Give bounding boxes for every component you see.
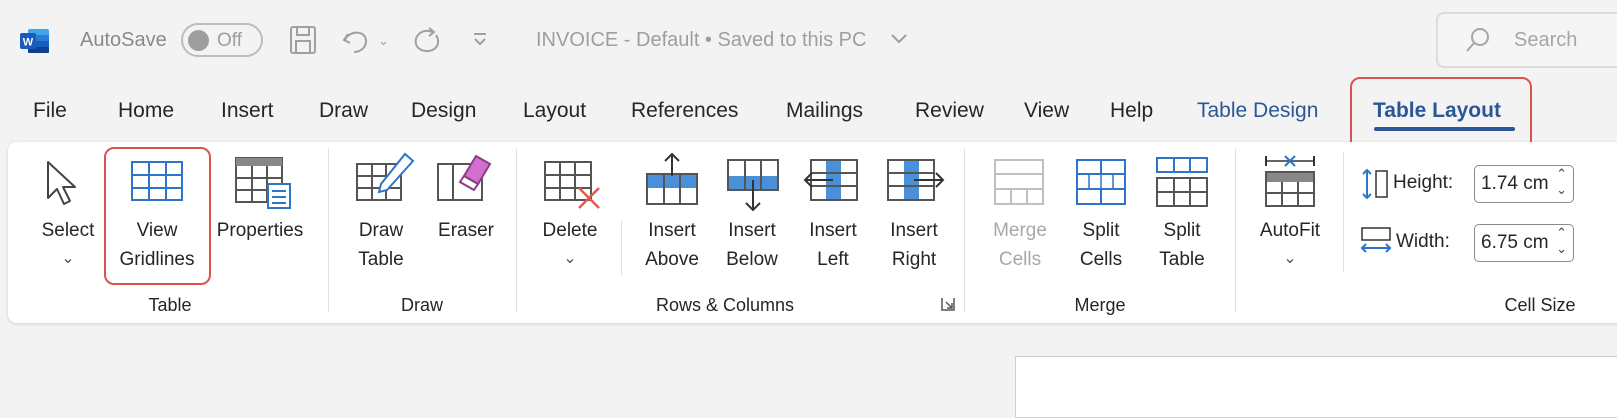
tab-table-design[interactable]: Table Design xyxy=(1197,99,1318,123)
search-placeholder: Search xyxy=(1514,29,1578,51)
insert-below-label-1[interactable]: Insert xyxy=(712,216,792,245)
draw-table-label-1[interactable]: Draw xyxy=(345,216,417,245)
spin-arrows-icon[interactable]: ⌃ ⌄ xyxy=(1556,166,1567,198)
eraser-icon xyxy=(436,152,496,209)
customize-qat-icon[interactable] xyxy=(470,28,490,55)
merge-cells-label-1[interactable]: Merge xyxy=(980,216,1060,245)
insert-below-icon xyxy=(726,158,780,219)
button-separator xyxy=(1343,152,1344,272)
autofit-dropdown-icon[interactable]: ⌄ xyxy=(1280,248,1300,268)
dialog-launcher-icon[interactable] xyxy=(941,297,955,316)
merge-cells-label-2[interactable]: Cells xyxy=(980,245,1060,274)
undo-icon[interactable] xyxy=(340,24,372,61)
autofit-icon xyxy=(1262,152,1318,215)
properties-button[interactable]: Properties xyxy=(210,216,310,245)
tab-view[interactable]: View xyxy=(1024,99,1069,123)
row-height-icon xyxy=(1360,168,1390,205)
autosave-toggle[interactable]: Off xyxy=(181,23,263,57)
delete-button[interactable]: Delete xyxy=(530,216,610,245)
autofit-button[interactable]: AutoFit xyxy=(1250,216,1330,245)
delete-dropdown-icon[interactable]: ⌄ xyxy=(560,248,580,268)
insert-right-label-2[interactable]: Right xyxy=(874,245,954,274)
redo-icon[interactable] xyxy=(410,24,444,63)
group-separator xyxy=(964,148,965,312)
save-icon[interactable] xyxy=(288,24,318,61)
tab-references[interactable]: References xyxy=(631,99,738,123)
search-box[interactable]: Search xyxy=(1436,12,1617,68)
merge-cells-icon xyxy=(993,158,1045,211)
insert-left-label-1[interactable]: Insert xyxy=(793,216,873,245)
width-label: Width: xyxy=(1396,231,1450,252)
toggle-knob xyxy=(188,30,209,51)
autosave-label: AutoSave xyxy=(80,29,167,51)
height-spinner[interactable]: 1.74 cm ⌃ ⌄ xyxy=(1474,165,1574,203)
document-page[interactable] xyxy=(1015,356,1617,418)
insert-above-icon xyxy=(645,152,699,213)
draw-table-label-2[interactable]: Table xyxy=(345,245,417,274)
undo-dropdown-icon[interactable]: ⌄ xyxy=(378,33,389,49)
height-label: Height: xyxy=(1393,172,1454,193)
button-separator xyxy=(621,220,622,276)
select-dropdown-icon[interactable]: ⌄ xyxy=(58,248,78,268)
properties-icon xyxy=(234,156,294,217)
insert-above-label-1[interactable]: Insert xyxy=(632,216,712,245)
select-button[interactable]: Select xyxy=(28,216,108,245)
height-value: 1.74 cm xyxy=(1481,173,1549,194)
chevron-down-icon[interactable] xyxy=(890,32,908,51)
spin-arrows-icon[interactable]: ⌃ ⌄ xyxy=(1556,225,1567,257)
insert-above-label-2[interactable]: Above xyxy=(632,245,712,274)
group-label-table: Table xyxy=(148,295,192,315)
word-app-icon[interactable]: W xyxy=(20,28,50,54)
split-table-label-1[interactable]: Split xyxy=(1142,216,1222,245)
split-cells-icon xyxy=(1075,158,1127,211)
tab-file[interactable]: File xyxy=(33,99,67,123)
group-label-draw: Draw xyxy=(400,295,443,315)
insert-right-icon xyxy=(886,158,946,209)
group-label-rows-columns: Rows & Columns xyxy=(655,295,795,315)
delete-table-icon xyxy=(543,158,603,217)
tab-help[interactable]: Help xyxy=(1110,99,1153,123)
split-table-icon xyxy=(1155,156,1209,213)
width-spinner[interactable]: 6.75 cm ⌃ ⌄ xyxy=(1474,224,1574,262)
document-title[interactable]: INVOICE - Default • Saved to this PC xyxy=(536,29,866,52)
select-icon xyxy=(44,158,84,215)
view-gridlines-highlight xyxy=(104,147,211,285)
split-cells-label-1[interactable]: Split xyxy=(1061,216,1141,245)
tab-draw[interactable]: Draw xyxy=(319,99,368,123)
insert-right-label-1[interactable]: Insert xyxy=(874,216,954,245)
group-label-merge: Merge xyxy=(1074,295,1126,315)
split-cells-label-2[interactable]: Cells xyxy=(1061,245,1141,274)
draw-table-icon xyxy=(355,152,415,209)
tab-review[interactable]: Review xyxy=(915,99,984,123)
tab-layout[interactable]: Layout xyxy=(523,99,586,123)
autosave-state: Off xyxy=(217,30,242,51)
group-label-cell-size: Cell Size xyxy=(1504,295,1576,315)
tab-mailings[interactable]: Mailings xyxy=(786,99,863,123)
insert-below-label-2[interactable]: Below xyxy=(712,245,792,274)
insert-left-label-2[interactable]: Left xyxy=(793,245,873,274)
split-table-label-2[interactable]: Table xyxy=(1142,245,1222,274)
search-icon xyxy=(1466,28,1489,52)
tab-insert[interactable]: Insert xyxy=(221,99,274,123)
group-separator xyxy=(516,148,517,312)
insert-left-icon xyxy=(803,158,863,209)
svg-text:W: W xyxy=(23,37,34,49)
column-width-icon xyxy=(1360,226,1392,261)
tab-design[interactable]: Design xyxy=(411,99,476,123)
group-separator xyxy=(328,148,329,312)
tab-home[interactable]: Home xyxy=(118,99,174,123)
width-value: 6.75 cm xyxy=(1481,232,1549,253)
group-separator xyxy=(1235,148,1236,312)
eraser-button[interactable]: Eraser xyxy=(426,216,506,245)
